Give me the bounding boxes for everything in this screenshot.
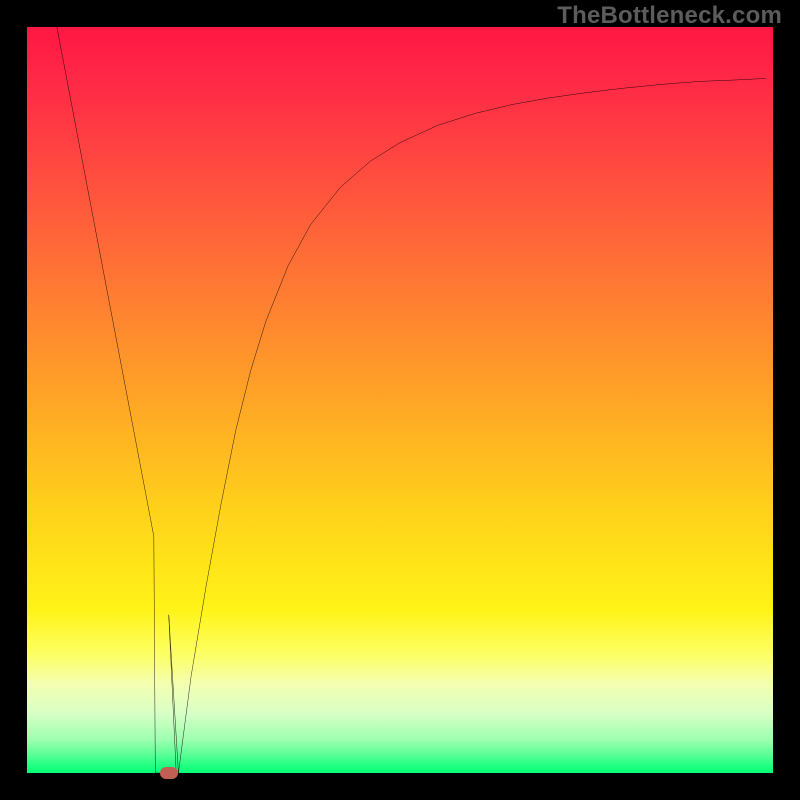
bottleneck-curve — [57, 27, 766, 773]
watermark-text: TheBottleneck.com — [557, 2, 782, 30]
plot-area — [27, 27, 773, 773]
optimal-marker — [160, 767, 178, 779]
chart-frame: TheBottleneck.com — [0, 0, 800, 800]
curve-svg — [27, 27, 773, 773]
